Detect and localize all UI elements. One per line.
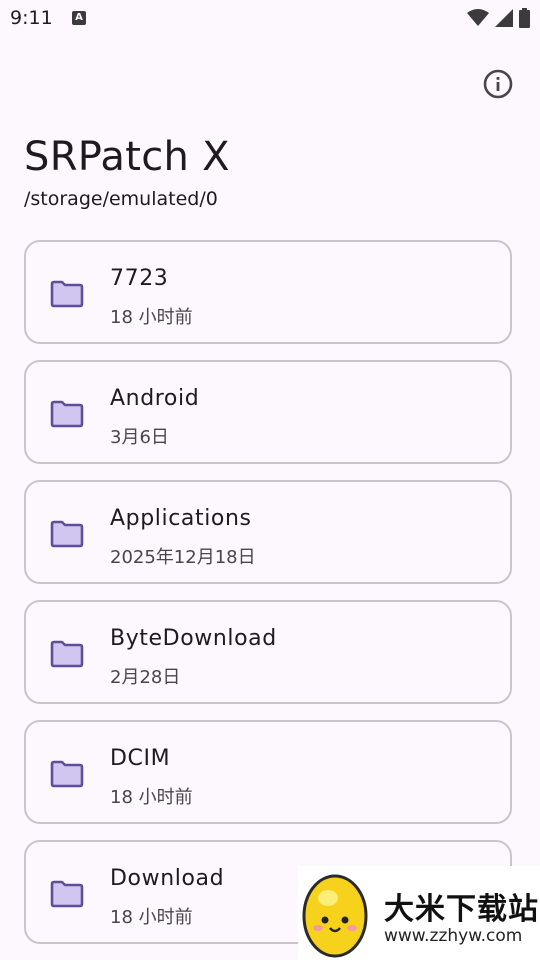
watermark-title: 大米下载站 [384,892,539,927]
info-button[interactable] [482,68,514,100]
status-icons [467,7,530,29]
folder-name: Download [110,866,225,891]
status-bar: 9:11 A [0,0,540,38]
folder-icon [50,880,84,908]
folder-date: 18 小时前 [110,787,193,808]
watermark-url: www.zzhyw.com [384,926,523,946]
notification-icon: A [72,11,86,25]
app-title: SRPatch X [24,134,230,180]
folder-icon [50,520,84,548]
folder-date: 2025年12月18日 [110,547,256,568]
folder-icon [50,640,84,668]
info-icon [483,69,513,99]
folder-item[interactable]: Applications 2025年12月18日 [24,480,512,584]
folder-date: 2月28日 [110,667,181,688]
folder-name: Applications [110,506,252,531]
signal-icon [495,9,513,27]
folder-icon [50,400,84,428]
egg-mascot-icon [302,874,368,958]
folder-icon [50,760,84,788]
folder-item[interactable]: ByteDownload 2月28日 [24,600,512,704]
folder-icon [50,280,84,308]
current-path: /storage/emulated/0 [24,188,218,210]
watermark-overlay: 大米下载站 www.zzhyw.com [298,866,540,960]
folder-name: Android [110,386,200,411]
folder-name: ByteDownload [110,626,277,651]
folder-name: DCIM [110,746,171,771]
folder-date: 18 小时前 [110,307,193,328]
wifi-icon [467,9,489,26]
battery-icon [519,8,530,28]
folder-item[interactable]: DCIM 18 小时前 [24,720,512,824]
folder-name: 7723 [110,266,169,291]
folder-date: 3月6日 [110,427,169,448]
folder-date: 18 小时前 [110,907,193,928]
folder-item[interactable]: 7723 18 小时前 [24,240,512,344]
folder-list: 7723 18 小时前 Android 3月6日 Applications 20… [24,240,516,960]
status-time: 9:11 [10,7,53,29]
folder-item[interactable]: Android 3月6日 [24,360,512,464]
